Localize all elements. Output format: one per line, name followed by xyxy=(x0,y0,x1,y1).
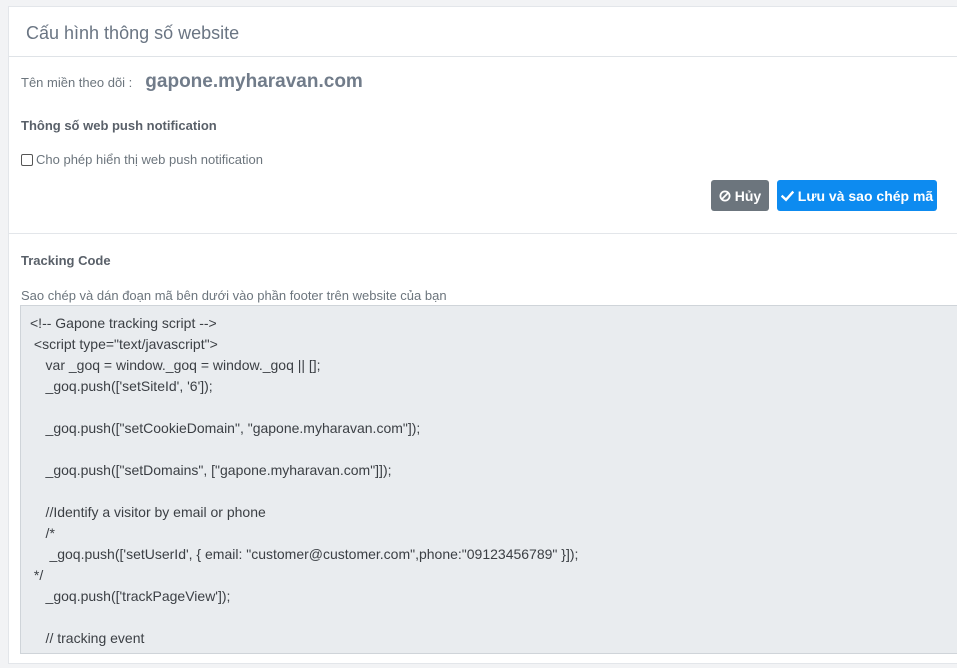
webpush-checkbox-row[interactable]: Cho phép hiển thị web push notification xyxy=(21,152,263,167)
tracking-section-title: Tracking Code xyxy=(21,253,111,268)
save-and-copy-button[interactable]: Lưu và sao chép mã xyxy=(777,180,937,211)
check-icon xyxy=(780,190,794,202)
code-line: /* xyxy=(30,525,55,541)
code-line: _goq.push(['setUserId', { email: "custom… xyxy=(30,546,579,562)
cancel-button[interactable]: Hủy xyxy=(711,180,769,211)
ban-icon xyxy=(719,190,731,202)
webpush-checkbox-label: Cho phép hiển thị web push notification xyxy=(36,152,263,167)
code-line: //Identify a visitor by email or phone xyxy=(30,504,266,520)
code-line: var _goq = window._goq = window._goq || … xyxy=(30,357,321,373)
code-line: <!-- Gapone tracking script --> xyxy=(30,315,217,331)
settings-panel: Cấu hình thông số website Tên miền theo … xyxy=(8,6,957,664)
code-line: _goq.push(['setSiteId', '6']); xyxy=(30,378,213,394)
save-button-label: Lưu và sao chép mã xyxy=(797,187,934,204)
code-line: _goq.push(["setCookieDomain", "gapone.my… xyxy=(30,420,421,436)
code-line: <script type="text/javascript"> xyxy=(30,336,218,352)
code-line: _goq.push(['trackPageView']); xyxy=(30,588,231,604)
webpush-section-title: Thông số web push notification xyxy=(21,118,217,133)
tracking-code-textarea[interactable]: <!-- Gapone tracking script --> <script … xyxy=(20,305,957,654)
code-line: /* xyxy=(30,649,957,653)
section-divider xyxy=(9,233,957,234)
panel-header: Cấu hình thông số website xyxy=(9,7,957,57)
webpush-checkbox[interactable] xyxy=(21,153,33,166)
code-line: // tracking event xyxy=(30,630,145,646)
code-line: _goq.push(["setDomains", ["gapone.myhara… xyxy=(30,462,392,478)
domain-row: Tên miền theo dõi : gapone.myharavan.com xyxy=(21,71,363,93)
code-line: */ xyxy=(30,567,44,583)
cancel-button-label: Hủy xyxy=(734,187,762,204)
domain-label: Tên miền theo dõi : xyxy=(21,74,133,90)
page-title: Cấu hình thông số website xyxy=(26,23,240,43)
tracking-helper-text: Sao chép và dán đoạn mã bên dưới vào phầ… xyxy=(21,288,447,303)
domain-value: gapone.myharavan.com xyxy=(145,71,363,92)
